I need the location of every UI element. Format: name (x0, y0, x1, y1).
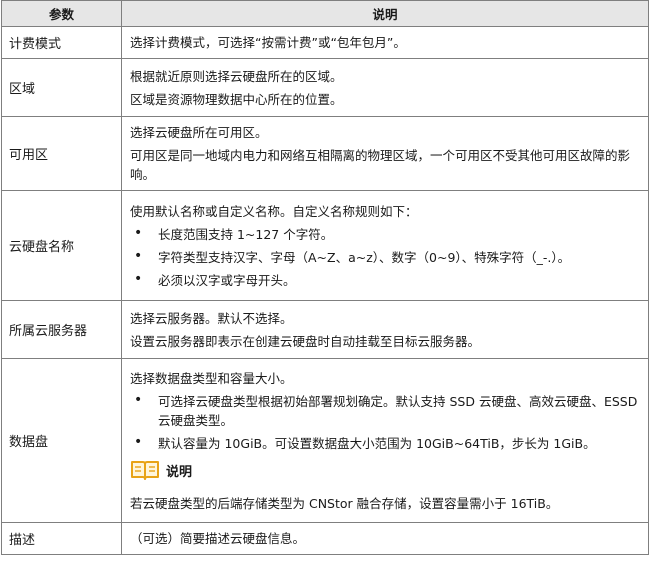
param-name: 所属云服务器 (1, 300, 122, 359)
table-row: 计费模式 选择计费模式，可选择“按需计费”或“包年包月”。 (1, 26, 649, 59)
param-name: 数据盘 (1, 358, 122, 523)
description-text: 设置云服务器即表示在创建云硬盘时自动挂载至目标云服务器。 (130, 333, 481, 349)
description-text: 区域是资源物理数据中心所在的位置。 (130, 91, 343, 107)
table-row: 可用区 选择云硬盘所在可用区。 可用区是同一地域内电力和网络互相隔离的物理区域，… (1, 116, 649, 191)
description-text: 选择云服务器。默认不选择。 (130, 310, 293, 326)
param-description: 选择数据盘类型和容量大小。 可选择云硬盘类型根据初始部署规划确定。默认支持 SS… (121, 358, 649, 523)
param-name: 计费模式 (1, 26, 122, 59)
description-text: 可用区是同一地域内电力和网络互相隔离的物理区域，一个可用区不受其他可用区故障的影… (130, 148, 631, 182)
description-text: 选择云硬盘所在可用区。 (130, 125, 268, 140)
table-header-row: 参数 说明 (1, 0, 649, 27)
description-text: （可选）简要描述云硬盘信息。 (130, 531, 306, 546)
param-description: 选择云硬盘所在可用区。 可用区是同一地域内电力和网络互相隔离的物理区域，一个可用… (121, 116, 649, 191)
header-param: 参数 (1, 0, 122, 27)
note-callout: 说明 (130, 455, 641, 492)
param-description: 根据就近原则选择云硬盘所在的区域。 区域是资源物理数据中心所在的位置。 (121, 58, 649, 117)
param-description: 选择计费模式，可选择“按需计费”或“包年包月”。 (121, 26, 649, 59)
table-row: 区域 根据就近原则选择云硬盘所在的区域。 区域是资源物理数据中心所在的位置。 (1, 58, 649, 117)
header-description: 说明 (121, 0, 649, 27)
description-text: 选择数据盘类型和容量大小。 (130, 370, 293, 386)
param-name: 云硬盘名称 (1, 190, 122, 301)
bullet-item: 长度范围支持 1~127 个字符。 (130, 223, 641, 246)
table-row: 数据盘 选择数据盘类型和容量大小。 可选择云硬盘类型根据初始部署规划确定。默认支… (1, 358, 649, 523)
bullet-item: 字符类型支持汉字、字母（A~Z、a~z）、数字（0~9）、特殊字符（_-.）。 (130, 246, 641, 269)
bullet-item: 默认容量为 10GiB。可设置数据盘大小范围为 10GiB~64TiB，步长为 … (130, 432, 641, 455)
table-row: 所属云服务器 选择云服务器。默认不选择。 设置云服务器即表示在创建云硬盘时自动挂… (1, 300, 649, 359)
description-text: 选择计费模式，可选择“按需计费”或“包年包月”。 (130, 35, 406, 50)
param-description: 使用默认名称或自定义名称。自定义名称规则如下： 长度范围支持 1~127 个字符… (121, 190, 649, 301)
description-text: 根据就近原则选择云硬盘所在的区域。 (130, 68, 343, 84)
table-row: 描述 （可选）简要描述云硬盘信息。 (1, 522, 649, 555)
book-icon (130, 459, 160, 486)
parameter-table: 参数 说明 计费模式 选择计费模式，可选择“按需计费”或“包年包月”。 区域 根… (1, 0, 649, 555)
note-label: 说明 (166, 464, 193, 480)
note-text: 若云硬盘类型的后端存储类型为 CNStor 融合存储，设置容量需小于 16TiB… (130, 495, 559, 511)
bullet-item: 可选择云硬盘类型根据初始部署规划确定。默认支持 SSD 云硬盘、高效云硬盘、ES… (130, 390, 641, 432)
bullet-item: 必须以汉字或字母开头。 (130, 269, 641, 292)
param-name: 区域 (1, 58, 122, 117)
description-text: 使用默认名称或自定义名称。自定义名称规则如下： (130, 203, 418, 219)
param-name: 可用区 (1, 116, 122, 191)
param-name: 描述 (1, 522, 122, 555)
param-description: 选择云服务器。默认不选择。 设置云服务器即表示在创建云硬盘时自动挂载至目标云服务… (121, 300, 649, 359)
table-row: 云硬盘名称 使用默认名称或自定义名称。自定义名称规则如下： 长度范围支持 1~1… (1, 190, 649, 301)
param-description: （可选）简要描述云硬盘信息。 (121, 522, 649, 555)
